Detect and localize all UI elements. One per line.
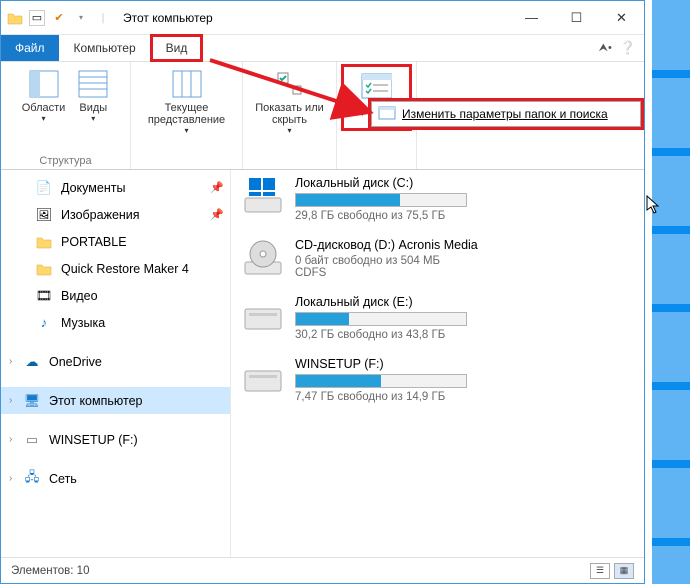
drive-e[interactable]: Локальный диск (E:) 30,2 ГБ свободно из … [241, 295, 634, 341]
views-button[interactable]: Виды▾ [73, 66, 113, 125]
quick-access-toolbar: ▭ ✔ ▾ | [1, 10, 117, 26]
nav-documents[interactable]: 📄Документы📌 [1, 174, 230, 201]
checkbox-icon [274, 68, 306, 100]
nav-video[interactable]: 🎞Видео [1, 282, 230, 309]
folder-icon [7, 10, 23, 26]
change-folder-options-item[interactable]: Изменить параметры папок и поиска [371, 101, 641, 127]
ribbon-tabs: Файл Компьютер Вид ⮝• ❔ [1, 35, 644, 62]
cd-drive-icon [241, 238, 285, 278]
navigation-pane-icon [28, 68, 60, 100]
cursor-icon [646, 195, 662, 220]
tab-computer[interactable]: Компьютер [59, 35, 151, 61]
computer-icon: 🖥 [23, 392, 41, 410]
chevron-right-icon[interactable]: › [9, 356, 12, 367]
pin-icon: 📌 [210, 208, 224, 221]
layout-icon [77, 68, 109, 100]
folder-icon [35, 260, 53, 278]
item-count: Элементов: 10 [11, 565, 89, 577]
pin-icon: 📌 [210, 181, 224, 194]
nav-onedrive[interactable]: ›☁OneDrive [1, 348, 230, 375]
close-button[interactable]: ✕ [599, 3, 644, 33]
usage-bar [295, 312, 467, 326]
current-view-button[interactable]: Текущее представление▾ [137, 66, 236, 137]
separator: | [95, 10, 111, 26]
group-label-structure: Структура [39, 155, 91, 167]
chevron-right-icon[interactable]: › [9, 395, 12, 406]
music-icon: ♪ [35, 314, 53, 332]
tab-file[interactable]: Файл [1, 35, 59, 61]
nav-thispc[interactable]: ›🖥Этот компьютер [1, 387, 230, 414]
usage-bar [295, 374, 467, 388]
qat-dropdown-icon[interactable]: ▾ [73, 10, 89, 26]
status-bar: Элементов: 10 ☰ ▦ [1, 557, 644, 583]
documents-icon: 📄 [35, 179, 53, 197]
show-hide-button[interactable]: Показать или скрыть▾ [249, 66, 330, 137]
options-small-icon [378, 106, 396, 123]
check-icon[interactable]: ✔ [51, 10, 67, 26]
drive-icon: ▭ [23, 431, 41, 449]
title-bar: ▭ ✔ ▾ | Этот компьютер ― ☐ ✕ [1, 1, 644, 35]
chevron-right-icon[interactable]: › [9, 473, 12, 484]
columns-icon [171, 68, 203, 100]
minimize-ribbon-icon[interactable]: ⮝• [599, 42, 612, 55]
windows-drive-icon [241, 176, 285, 216]
minimize-button[interactable]: ― [509, 3, 554, 33]
tab-view[interactable]: Вид [151, 35, 203, 61]
tiles-view-icon[interactable]: ▦ [614, 563, 634, 579]
content-area: 📄Документы📌 🖼Изображения📌 PORTABLE Quick… [1, 170, 644, 557]
drive-d[interactable]: CD-дисковод (D:) Acronis Media 0 байт св… [241, 238, 634, 279]
nav-images[interactable]: 🖼Изображения📌 [1, 201, 230, 228]
onedrive-icon: ☁ [23, 353, 41, 371]
hdd-icon [241, 357, 285, 397]
nav-network[interactable]: ›🖧Сеть [1, 465, 230, 492]
folder-icon [35, 233, 53, 251]
network-icon: 🖧 [23, 470, 41, 488]
explorer-window: ▭ ✔ ▾ | Этот компьютер ― ☐ ✕ Файл Компью… [0, 0, 645, 584]
chevron-right-icon[interactable]: › [9, 434, 12, 445]
help-icon[interactable]: ❔ [620, 40, 636, 56]
pictures-icon: 🖼 [35, 206, 53, 224]
navigation-pane: 📄Документы📌 🖼Изображения📌 PORTABLE Quick… [1, 170, 231, 557]
nav-qrm[interactable]: Quick Restore Maker 4 [1, 255, 230, 282]
maximize-button[interactable]: ☐ [554, 3, 599, 33]
options-icon [360, 70, 392, 102]
nav-music[interactable]: ♪Музыка [1, 309, 230, 336]
panes-button[interactable]: Области▾ [18, 66, 70, 125]
desktop-background [652, 0, 690, 584]
main-pane: Локальный диск (C:) 29,8 ГБ свободно из … [231, 170, 644, 557]
hdd-icon [241, 295, 285, 335]
window-title: Этот компьютер [117, 11, 509, 25]
nav-winsetup[interactable]: ›▭WINSETUP (F:) [1, 426, 230, 453]
properties-icon[interactable]: ▭ [29, 10, 45, 26]
nav-portable[interactable]: PORTABLE [1, 228, 230, 255]
details-view-icon[interactable]: ☰ [590, 563, 610, 579]
drive-c[interactable]: Локальный диск (C:) 29,8 ГБ свободно из … [241, 176, 634, 222]
usage-bar [295, 193, 467, 207]
video-icon: 🎞 [35, 287, 53, 305]
drive-f[interactable]: WINSETUP (F:) 7,47 ГБ свободно из 14,9 Г… [241, 357, 634, 403]
